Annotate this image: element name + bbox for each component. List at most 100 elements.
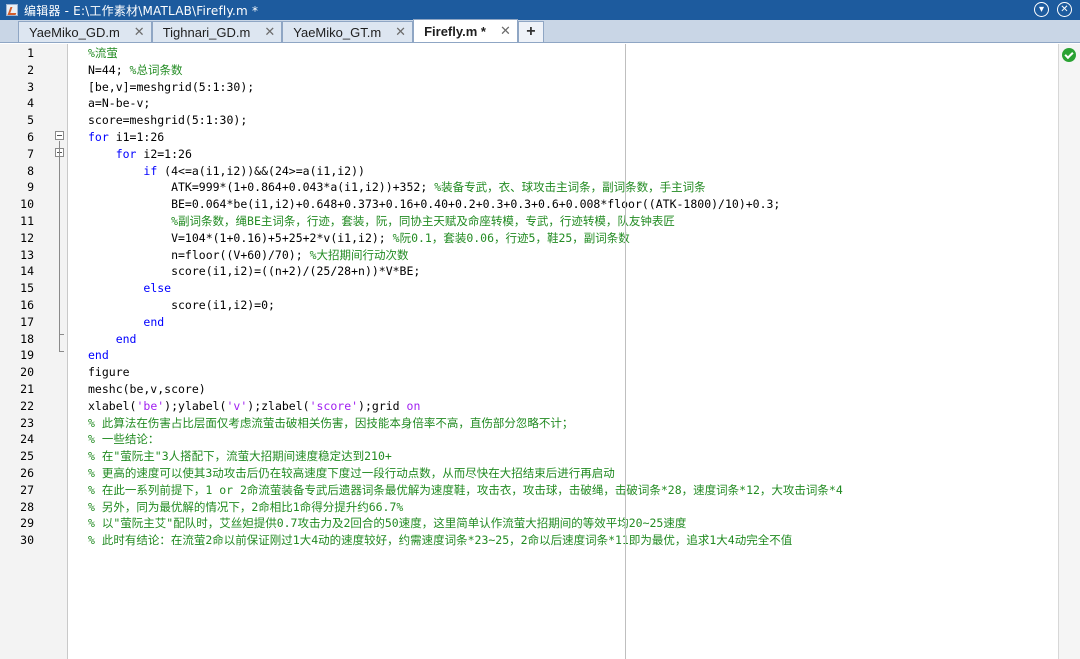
code-line[interactable]: 19 end	[0, 347, 1058, 364]
matlab-editor-icon	[6, 4, 18, 16]
code-line[interactable]: 1 %流萤	[0, 45, 1058, 62]
title-bar-buttons: ▾ ✕	[1034, 2, 1072, 17]
line-number: 1	[27, 46, 34, 60]
code-token: i1=1:26	[108, 130, 165, 144]
tab-label: Tighnari_GD.m	[162, 24, 251, 40]
line-number: 15	[20, 281, 34, 296]
close-icon[interactable]: ✕	[395, 24, 406, 40]
keyword-token: for	[88, 130, 109, 144]
code-text: %流萤	[88, 45, 118, 62]
keyword-token: for	[115, 146, 137, 161]
code-line[interactable]: 6 for i1=1:26	[0, 129, 1058, 146]
code-text: %副词条数，绳BE主词条，行迹，套装，阮，同协主天赋及命座转模，专武，行迹转模，…	[88, 213, 675, 230]
comment-token: %副词条数，绳BE主词条，行迹，套装，阮，同协主天赋及命座转模，专武，行迹转模，…	[171, 214, 675, 228]
line-number: 9	[27, 180, 34, 195]
code-token: meshc(be,v,score)	[88, 382, 206, 396]
code-line[interactable]: 26 % 更高的速度可以使其3动攻击后仍在较高速度下度过一段行动点数，从而尽快在大…	[0, 465, 1058, 482]
code-text: figure	[88, 364, 130, 381]
code-line[interactable]: 17 end	[0, 314, 1058, 331]
code-line[interactable]: 11 %副词条数，绳BE主词条，行迹，套装，阮，同协主天赋及命座转模，专武，行迹…	[0, 213, 1058, 230]
code-line[interactable]: 4 a=N-be-v;	[0, 95, 1058, 112]
window-title: 编辑器 - E:\工作素材\MATLAB\Firefly.m *	[24, 3, 259, 18]
code-editor[interactable]: 1 %流萤 2 N=44; %总词条数 3 [be,v]=meshgrid(5:1:30)…	[0, 44, 1080, 659]
code-line[interactable]: 21 meshc(be,v,score)	[0, 381, 1058, 398]
tab-tighnari-gd[interactable]: Tighnari_GD.m ✕	[151, 21, 283, 42]
line-number: 20	[20, 365, 34, 380]
line-number: 17	[20, 314, 34, 329]
line-number: 27	[20, 482, 34, 497]
code-text: % 另外，同为最优解的情况下，2命相比1命得分提升约66.7%	[88, 499, 403, 516]
close-icon[interactable]: ✕	[1057, 2, 1072, 17]
close-icon[interactable]: ✕	[134, 24, 145, 40]
code-text: xlabel('be');ylabel('v');zlabel('score')…	[88, 398, 420, 415]
code-token: n=floor((V+60)/70);	[88, 247, 310, 262]
code-text: % 一些结论：	[88, 431, 159, 448]
line-number: 4	[27, 96, 34, 111]
code-line[interactable]: 24 % 一些结论：	[0, 431, 1058, 448]
code-line[interactable]: 9 ATK=999*(1+0.864+0.043*a(i1,i2))+352; …	[0, 179, 1058, 196]
comment-token: %流萤	[88, 46, 118, 60]
code-line[interactable]: 23 % 此算法在伤害占比层面仅考虑流萤击破相关伤害，因技能本身倍率不高，直伤部分…	[0, 415, 1058, 432]
comment-token: %大招期间行动次数	[309, 247, 409, 262]
code-token: );grid	[358, 398, 407, 413]
line-number: 13	[20, 247, 34, 262]
code-token: [be,v]=meshgrid(5:1:30);	[88, 79, 255, 94]
code-token: xlabel(	[88, 398, 137, 413]
code-line[interactable]: 12 V=104*(1+0.16)+5+25+2*v(i1,i2); %阮0.1…	[0, 230, 1058, 247]
comment-token: %总词条数	[129, 62, 183, 77]
string-token: 'be'	[136, 398, 165, 413]
code-line[interactable]: 27 % 在此一系列前提下，1 or 2命流萤装备专武后遗器词条最优解为速度鞋，攻…	[0, 482, 1058, 499]
keyword-token: end	[88, 348, 109, 363]
code-token: N=44;	[88, 62, 130, 77]
close-icon[interactable]: ✕	[500, 23, 511, 39]
code-text: n=floor((V+60)/70); %大招期间行动次数	[88, 247, 409, 264]
chevron-down-icon[interactable]: ▾	[1034, 2, 1049, 17]
line-number: 8	[27, 163, 34, 178]
code-line[interactable]: 7 for i2=1:26	[0, 146, 1058, 163]
code-text: [be,v]=meshgrid(5:1:30);	[88, 79, 254, 96]
code-line[interactable]: 8 if (4<=a(i1,i2))&&(24>=a(i1,i2))	[0, 163, 1058, 180]
code-token: (4<=a(i1,i2))&&(24>=a(i1,i2))	[157, 163, 365, 178]
code-token: );ylabel(	[164, 398, 227, 413]
code-line[interactable]: 15 else	[0, 280, 1058, 297]
code-line[interactable]: 5 score=meshgrid(5:1:30);	[0, 112, 1058, 129]
code-text: meshc(be,v,score)	[88, 381, 206, 398]
code-token: BE=0.064*be(i1,i2)+0.648+0.373+0.16+0.40…	[88, 197, 781, 212]
comment-token: % 在"萤阮主"3人搭配下，流萤大招期间速度稳定达到210+	[88, 449, 392, 464]
code-line[interactable]: 16 score(i1,i2)=0;	[0, 297, 1058, 314]
code-text: % 以"萤阮主艾"配队时，艾丝妲提供0.7攻击力及2回合的50速度，这里简单认作…	[88, 515, 686, 532]
code-line[interactable]: 18 end	[0, 331, 1058, 348]
tab-yaemiko-gd[interactable]: YaeMiko_GD.m ✕	[18, 21, 152, 42]
code-text: % 更高的速度可以使其3动攻击后仍在较高速度下度过一段行动点数，从而尽快在大招结…	[88, 465, 615, 482]
check-circle-icon[interactable]	[1062, 48, 1076, 62]
code-line[interactable]: 28 % 另外，同为最优解的情况下，2命相比1命得分提升约66.7%	[0, 499, 1058, 516]
string-token: on	[406, 398, 421, 413]
code-line[interactable]: 2 N=44; %总词条数	[0, 62, 1058, 79]
string-token: 'v'	[226, 398, 248, 413]
line-number: 2	[27, 62, 34, 77]
tab-yaemiko-gt[interactable]: YaeMiko_GT.m ✕	[282, 21, 414, 42]
code-line[interactable]: 13 n=floor((V+60)/70); %大招期间行动次数	[0, 247, 1058, 264]
tab-firefly[interactable]: Firefly.m * ✕	[413, 19, 518, 42]
code-text: score(i1,i2)=0;	[88, 297, 275, 314]
code-token: score(i1,i2)=0;	[88, 298, 275, 312]
comment-token: %装备专武，衣、球攻击主词条，副词条数，手主词条	[434, 180, 706, 195]
code-line[interactable]: 22 xlabel('be');ylabel('v');zlabel('score…	[0, 398, 1058, 415]
close-icon[interactable]: ✕	[264, 24, 275, 40]
code-line[interactable]: 25 % 在"萤阮主"3人搭配下，流萤大招期间速度稳定达到210+	[0, 448, 1058, 465]
new-tab-button[interactable]: +	[517, 21, 544, 42]
code-token: a=N-be-v;	[88, 96, 151, 111]
code-text: ATK=999*(1+0.864+0.043*a(i1,i2))+352; %装…	[88, 179, 706, 196]
code-line[interactable]: 30 % 此时有结论：在流萤2命以前保证刚过1大4动的速度较好，约需速度词条*23…	[0, 532, 1058, 549]
code-line[interactable]: 10 BE=0.064*be(i1,i2)+0.648+0.373+0.16+0…	[0, 196, 1058, 213]
comment-token: % 一些结论：	[88, 432, 160, 447]
code-line[interactable]: 20 figure	[0, 364, 1058, 381]
code-line[interactable]: 29 % 以"萤阮主艾"配队时，艾丝妲提供0.7攻击力及2回合的50速度，这里简单…	[0, 515, 1058, 532]
code-line[interactable]: 3 [be,v]=meshgrid(5:1:30);	[0, 79, 1058, 96]
line-number: 14	[20, 264, 34, 279]
code-line[interactable]: 14 score(i1,i2)=((n+2)/(25/28+n))*V*BE;	[0, 263, 1058, 280]
comment-token: % 另外，同为最优解的情况下，2命相比1命得分提升约66.7%	[88, 499, 404, 514]
code-token: ATK=999*(1+0.864+0.043*a(i1,i2))+352;	[88, 180, 435, 195]
